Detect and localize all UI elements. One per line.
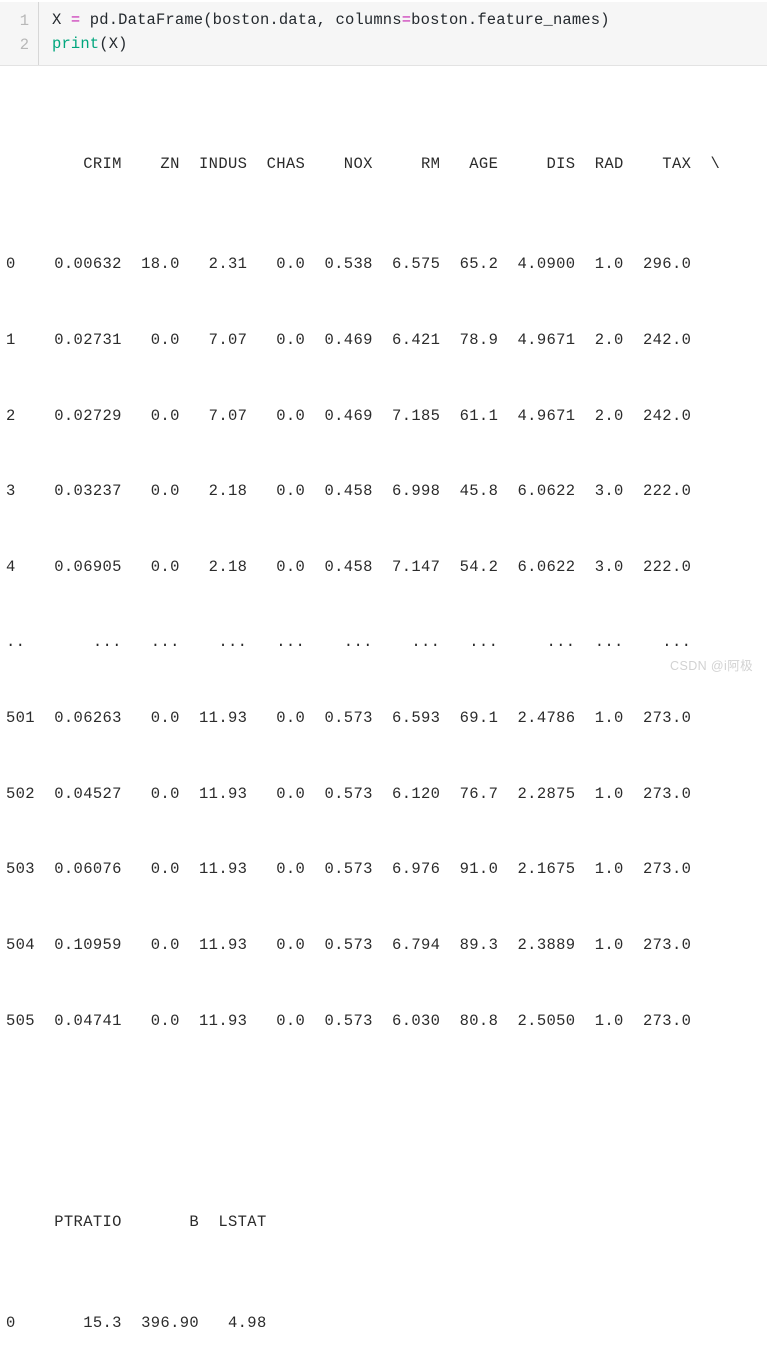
line-number-gutter: 1 2 — [0, 2, 39, 65]
table-row: 0 0.00632 18.0 2.31 0.0 0.538 6.575 65.2… — [6, 255, 692, 274]
csdn-watermark: CSDN @i阿极 — [670, 659, 753, 673]
code-token-assign-target: X — [52, 11, 71, 29]
code-line-2[interactable]: print(X) — [52, 35, 128, 53]
code-token-dataframe-call: pd.DataFrame(boston.data, columns — [80, 11, 402, 29]
block1-header-row: CRIM ZN INDUS CHAS NOX RM AGE DIS RAD TA… — [6, 154, 721, 173]
table-row-ellipsis: .. ... ... ... ... ... ... ... ... ... .… — [6, 633, 692, 652]
table-row: 505 0.04741 0.0 11.93 0.0 0.573 6.030 80… — [6, 1011, 692, 1030]
code-token-kwarg-equals-operator: = — [401, 11, 412, 29]
block2-header-row: PTRATIO B LSTAT — [6, 1213, 267, 1232]
code-token-print-args: (X) — [99, 35, 128, 53]
table-row: 0 15.3 396.90 4.98 — [6, 1313, 267, 1332]
table-row: 502 0.04527 0.0 11.93 0.0 0.573 6.120 76… — [6, 784, 692, 803]
code-line-1[interactable]: X = pd.DataFrame(boston.data, columns=bo… — [52, 11, 610, 29]
line-number-2: 2 — [19, 36, 29, 54]
code-block: 1 2 X = pd.DataFrame(boston.data, column… — [0, 2, 767, 66]
table-row: 1 0.02731 0.0 7.07 0.0 0.469 6.421 78.9 … — [6, 331, 692, 350]
output-blank-separator — [0, 1109, 767, 1134]
table-row: 504 0.10959 0.0 11.93 0.0 0.573 6.794 89… — [6, 935, 692, 954]
table-row: 501 0.06263 0.0 11.93 0.0 0.573 6.593 69… — [6, 709, 692, 728]
code-token-equals-operator: = — [70, 11, 81, 29]
console-output: CRIM ZN INDUS CHAS NOX RM AGE DIS RAD TA… — [0, 76, 767, 1368]
table-row: 2 0.02729 0.0 7.07 0.0 0.469 7.185 61.1 … — [6, 406, 692, 425]
table-row: 4 0.06905 0.0 2.18 0.0 0.458 7.147 54.2 … — [6, 557, 692, 576]
line-number-1: 1 — [19, 12, 29, 30]
table-row: 503 0.06076 0.0 11.93 0.0 0.573 6.976 91… — [6, 860, 692, 879]
code-token-print-function: print — [52, 35, 100, 53]
code-token-feature-names: boston.feature_names) — [411, 11, 610, 29]
table-row: 3 0.03237 0.0 2.18 0.0 0.458 6.998 45.8 … — [6, 482, 692, 501]
